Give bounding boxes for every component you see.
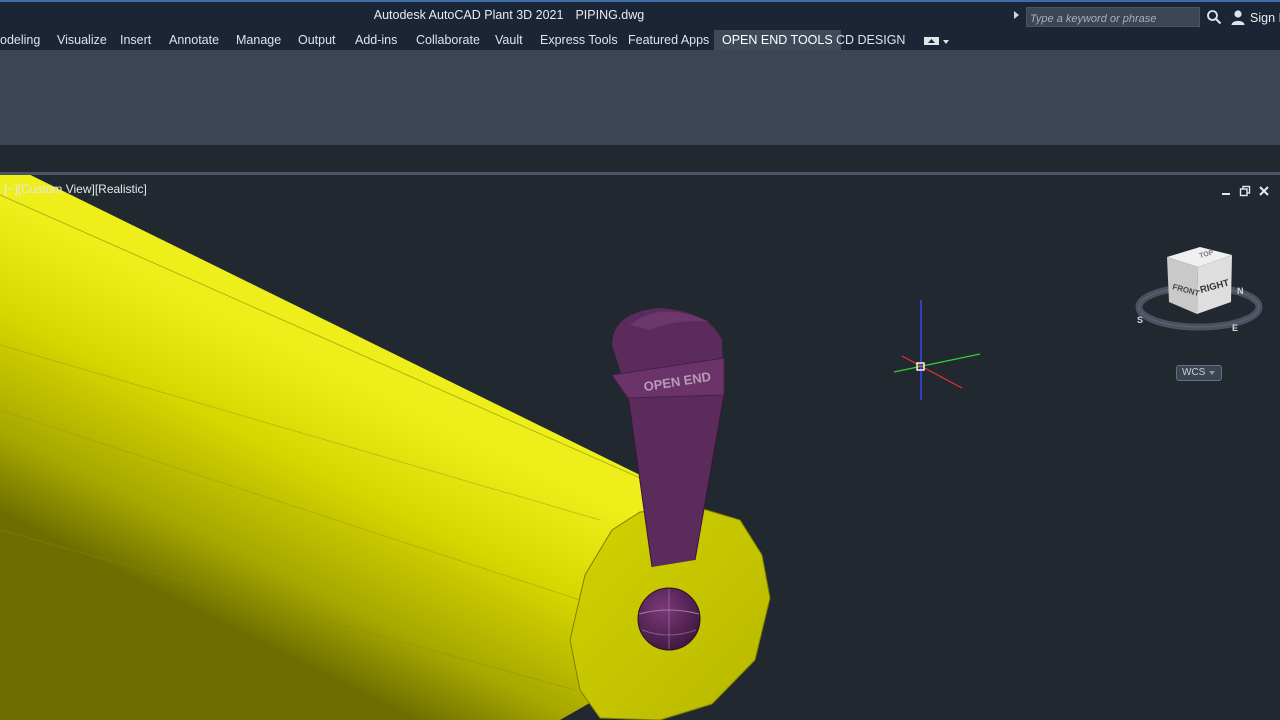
- sign-in-link[interactable]: Sign In: [1250, 11, 1280, 25]
- tab-output[interactable]: Output: [298, 30, 336, 50]
- tab-modeling[interactable]: odeling: [0, 30, 40, 50]
- search-expand-icon[interactable]: [1014, 11, 1019, 19]
- viewport-view-label[interactable]: [−][Custom View][Realistic]: [4, 182, 147, 196]
- tab-featured-apps[interactable]: Featured Apps: [628, 30, 709, 50]
- file-name: PIPING.dwg: [575, 8, 645, 22]
- ribbon-display-dropdown-icon[interactable]: [924, 36, 950, 46]
- tab-express-tools[interactable]: Express Tools: [540, 30, 618, 50]
- compass-north[interactable]: N: [1237, 286, 1244, 296]
- compass-south[interactable]: S: [1137, 315, 1143, 325]
- search-input[interactable]: [1026, 7, 1200, 27]
- open-end-ball-marker[interactable]: [637, 587, 701, 651]
- tab-manage[interactable]: Manage: [236, 30, 281, 50]
- ucs-axis-icon[interactable]: [893, 300, 981, 400]
- chevron-down-icon: [1209, 371, 1215, 375]
- restore-icon[interactable]: [1239, 185, 1251, 197]
- tab-annotate[interactable]: Annotate: [169, 30, 219, 50]
- drawing-viewport[interactable]: OPEN END TOP FRONT RIGHT N S E [−][Custo…: [0, 175, 1280, 720]
- search-icon[interactable]: [1206, 9, 1222, 25]
- app-name: Autodesk AutoCAD Plant 3D 2021: [373, 8, 564, 22]
- wcs-label: WCS: [1182, 367, 1206, 378]
- viewcube[interactable]: TOP FRONT RIGHT N S E: [1135, 247, 1263, 333]
- tab-cd-design[interactable]: CD DESIGN: [836, 30, 905, 50]
- tab-vault[interactable]: Vault: [495, 30, 523, 50]
- title-bar: Autodesk AutoCAD Plant 3D 2021 PIPING.dwg…: [0, 0, 1280, 30]
- tab-add-ins[interactable]: Add-ins: [355, 30, 397, 50]
- user-icon[interactable]: [1230, 9, 1246, 25]
- file-tab-strip: [0, 145, 1280, 172]
- model-scene[interactable]: OPEN END TOP FRONT RIGHT N S E: [0, 175, 1280, 720]
- tab-visualize[interactable]: Visualize: [57, 30, 107, 50]
- ribbon-panel: [0, 50, 1280, 145]
- tab-open-end-tools[interactable]: OPEN END TOOLS: [714, 30, 841, 50]
- close-icon[interactable]: [1258, 185, 1270, 197]
- ribbon-tab-bar: odeling Visualize Insert Annotate Manage…: [0, 30, 1280, 50]
- tab-insert[interactable]: Insert: [120, 30, 151, 50]
- wcs-menu-button[interactable]: WCS: [1176, 365, 1222, 381]
- minimize-icon[interactable]: [1220, 185, 1232, 197]
- compass-east[interactable]: E: [1232, 323, 1238, 333]
- tab-collaborate[interactable]: Collaborate: [416, 30, 480, 50]
- window-title: Autodesk AutoCAD Plant 3D 2021 PIPING.dwg: [0, 8, 1018, 22]
